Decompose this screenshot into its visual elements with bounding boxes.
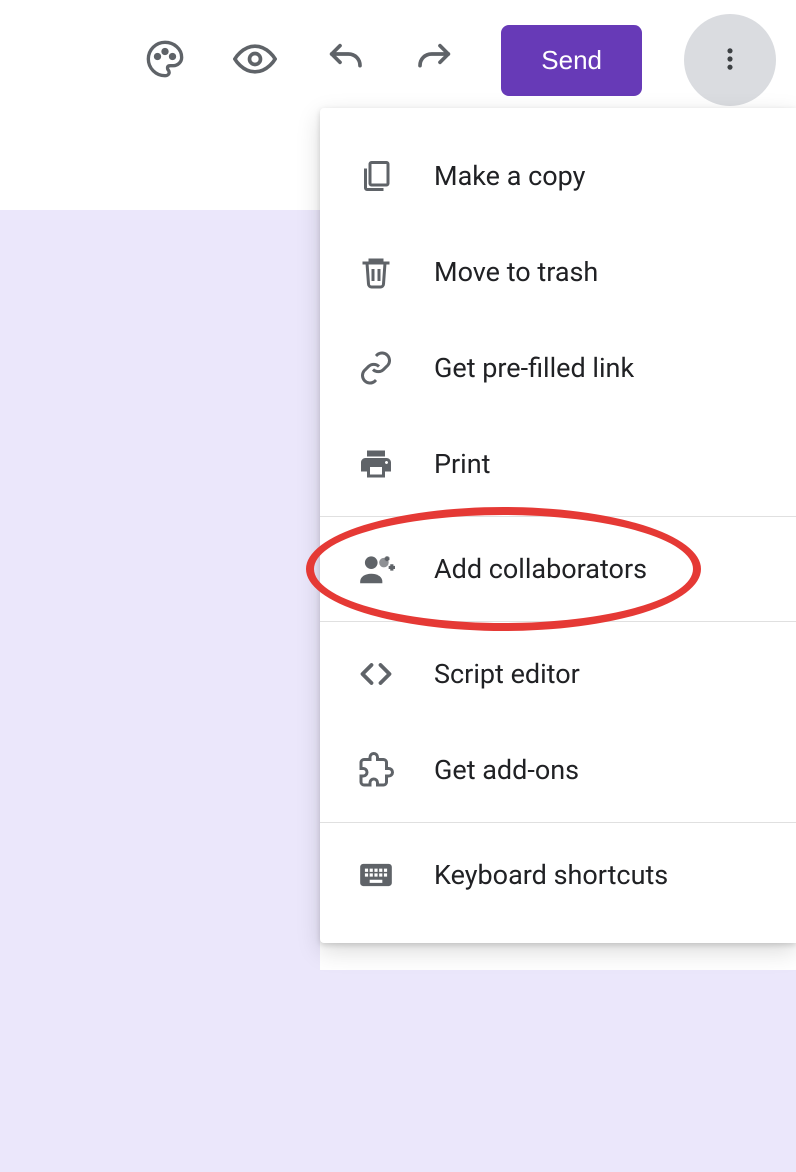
link-icon [352, 350, 400, 386]
menu-divider [320, 621, 796, 622]
send-button[interactable]: Send [501, 25, 642, 96]
more-options-button[interactable] [684, 14, 776, 106]
trash-icon [352, 254, 400, 290]
customize-theme-button[interactable] [141, 36, 189, 84]
more-vert-icon [716, 45, 744, 76]
form-canvas-background-bottom [0, 970, 796, 1172]
code-icon [352, 656, 400, 692]
menu-item-label: Print [434, 448, 491, 480]
undo-icon [325, 39, 365, 82]
menu-item-print[interactable]: Print [320, 416, 796, 512]
menu-item-get-prefilled-link[interactable]: Get pre-filled link [320, 320, 796, 416]
menu-item-label: Get pre-filled link [434, 352, 634, 384]
menu-item-label: Make a copy [434, 160, 585, 192]
menu-divider [320, 822, 796, 823]
undo-button[interactable] [321, 36, 369, 84]
menu-item-keyboard-shortcuts[interactable]: Keyboard shortcuts [320, 827, 796, 923]
print-icon [352, 446, 400, 482]
toolbar: Send [0, 0, 796, 120]
preview-button[interactable] [231, 36, 279, 84]
menu-item-script-editor[interactable]: Script editor [320, 626, 796, 722]
redo-button[interactable] [411, 36, 459, 84]
menu-item-make-a-copy[interactable]: Make a copy [320, 128, 796, 224]
menu-divider [320, 516, 796, 517]
menu-item-label: Move to trash [434, 256, 598, 288]
menu-item-label: Script editor [434, 658, 580, 690]
keyboard-icon [352, 856, 400, 894]
menu-item-move-to-trash[interactable]: Move to trash [320, 224, 796, 320]
add-collaborators-icon [352, 550, 400, 588]
menu-item-label: Get add-ons [434, 754, 579, 786]
menu-item-label: Add collaborators [434, 553, 647, 585]
eye-icon [233, 37, 277, 84]
menu-item-add-collaborators[interactable]: Add collaborators [320, 521, 796, 617]
palette-icon [145, 39, 185, 82]
menu-item-get-add-ons[interactable]: Get add-ons [320, 722, 796, 818]
puzzle-icon [352, 752, 400, 788]
redo-icon [415, 39, 455, 82]
menu-item-label: Keyboard shortcuts [434, 859, 668, 891]
more-options-menu: Make a copy Move to trash Get pre-filled… [320, 108, 796, 943]
copy-icon [352, 158, 400, 194]
